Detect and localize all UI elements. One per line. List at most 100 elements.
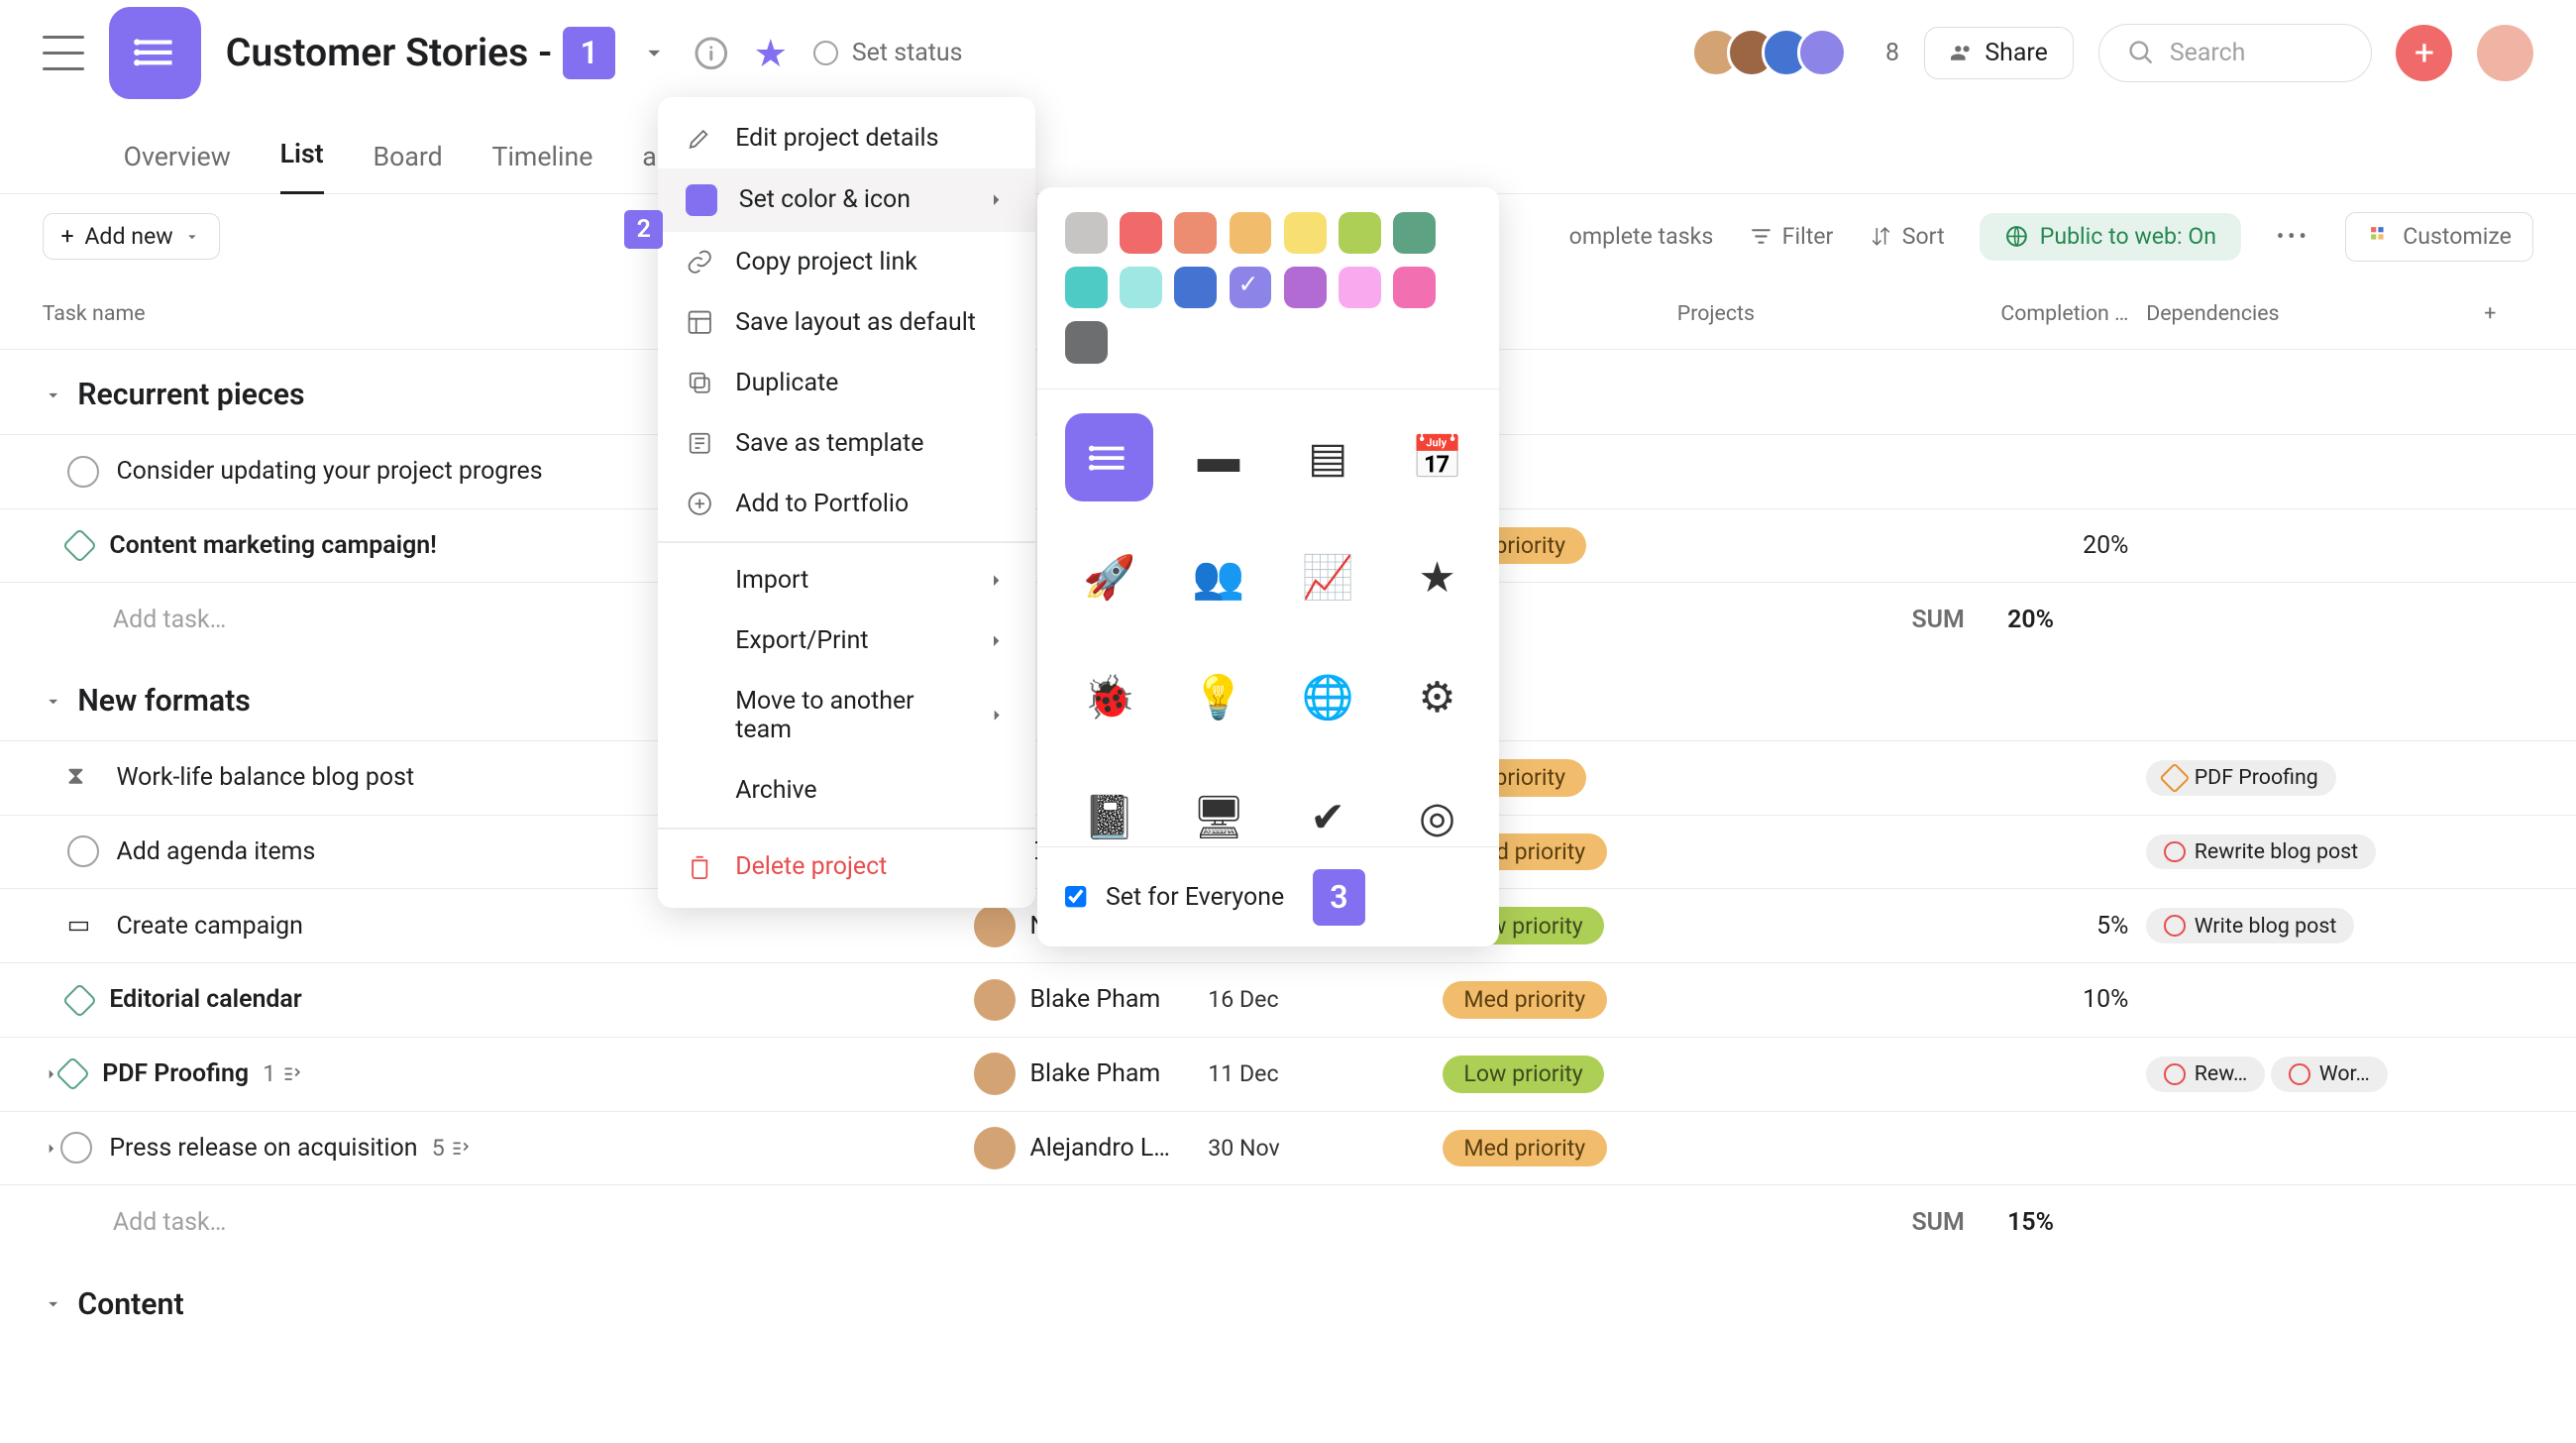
icon-option[interactable]: 👥	[1174, 533, 1262, 621]
task-row[interactable]: Editorial calendarBlake Pham16 DecMed pr…	[0, 962, 2576, 1037]
icon-option[interactable]: 📅	[1393, 413, 1481, 501]
task-row[interactable]: Press release on acquisition5 Alejandro …	[0, 1111, 2576, 1185]
customize-button[interactable]: Customize	[2345, 212, 2533, 262]
project-dropdown-trigger[interactable]	[640, 39, 668, 66]
task-row[interactable]: PDF Proofing1 Blake Pham11 DecLow priori…	[0, 1037, 2576, 1111]
tab-overview[interactable]: Overview	[124, 141, 231, 193]
color-option[interactable]	[1065, 212, 1108, 255]
column-completion[interactable]: Completion …	[1911, 301, 2146, 326]
icon-option[interactable]: ▤	[1284, 413, 1372, 501]
color-option[interactable]	[1230, 212, 1272, 255]
dependency-pill[interactable]: Write blog post	[2146, 908, 2354, 944]
task-complete-icon[interactable]	[60, 1132, 92, 1164]
menu-item-export-print[interactable]: Export/Print	[658, 610, 1035, 671]
complete-tasks-filter[interactable]: omplete tasks	[1569, 223, 1714, 250]
color-option[interactable]	[1120, 212, 1162, 255]
callout-badge-3: 3	[1313, 869, 1365, 926]
dependency-pill[interactable]: PDF Proofing	[2146, 760, 2335, 796]
menu-item-copy-project-link[interactable]: Copy project link	[658, 232, 1035, 292]
dependency-pill[interactable]: Rewrite blog post	[2146, 834, 2376, 870]
project-title: Customer Stories - 1	[226, 27, 616, 79]
project-icon	[109, 7, 201, 99]
current-user-avatar[interactable]	[2477, 25, 2533, 81]
set-status-button[interactable]: Set status	[813, 39, 963, 67]
member-avatars[interactable]	[1691, 28, 1847, 77]
filter-button[interactable]: Filter	[1749, 223, 1834, 250]
priority-pill[interactable]: Med priority	[1443, 981, 1607, 1019]
menu-item-import[interactable]: Import	[658, 550, 1035, 610]
color-option[interactable]	[1174, 212, 1217, 255]
menu-item-set-color-icon[interactable]: Set color & icon	[658, 168, 1035, 232]
set-for-everyone-label: Set for Everyone	[1106, 883, 1284, 912]
add-column-button[interactable]: +	[2464, 301, 2517, 326]
filter-icon	[1749, 224, 1773, 249]
expand-icon[interactable]	[43, 1140, 60, 1158]
add-new-button[interactable]: +Add new	[43, 213, 220, 260]
menu-item-edit-project-details[interactable]: Edit project details	[658, 108, 1035, 168]
icon-option[interactable]: 📓	[1065, 774, 1153, 847]
menu-item-move-to-another-team[interactable]: Move to another team	[658, 671, 1035, 760]
delete-project-item[interactable]: Delete project	[658, 836, 1035, 897]
color-option[interactable]	[1174, 267, 1217, 309]
chevron-right-icon	[986, 189, 1007, 210]
sort-button[interactable]: Sort	[1869, 223, 1945, 250]
star-icon[interactable]	[753, 36, 789, 71]
share-button[interactable]: Share	[1924, 27, 2074, 78]
task-complete-icon[interactable]	[67, 835, 99, 867]
icon-option[interactable]: ★	[1393, 533, 1481, 621]
task-complete-icon[interactable]	[67, 456, 99, 488]
color-option[interactable]	[1230, 267, 1272, 309]
menu-item-save-layout-as-default[interactable]: Save layout as default	[658, 292, 1035, 353]
color-option[interactable]	[1065, 321, 1108, 364]
icon-option[interactable]: ▬	[1174, 413, 1262, 501]
public-to-web-toggle[interactable]: Public to web: On	[1980, 213, 2241, 261]
color-option[interactable]	[1284, 267, 1327, 309]
icon-option[interactable]: 🌐	[1284, 654, 1372, 742]
menu-item-archive[interactable]: Archive	[658, 760, 1035, 821]
icon-option[interactable]: ◎	[1393, 774, 1481, 847]
dependency-pill[interactable]: Rew…	[2146, 1056, 2265, 1092]
search-input[interactable]: Search	[2098, 24, 2372, 82]
color-option[interactable]	[1120, 267, 1162, 309]
tab-list[interactable]: List	[280, 138, 324, 193]
menu-toggle[interactable]	[43, 36, 85, 71]
due-date: 30 Nov	[1208, 1135, 1443, 1162]
more-actions-button[interactable]: •••	[2277, 223, 2310, 250]
milestone-icon	[54, 1056, 89, 1091]
color-option[interactable]	[1339, 212, 1381, 255]
icon-option[interactable]: 🐞	[1065, 654, 1153, 742]
menu-item-duplicate[interactable]: Duplicate	[658, 353, 1035, 413]
add-task-button[interactable]: Add task…	[43, 1208, 974, 1237]
collapse-icon[interactable]	[43, 691, 63, 712]
column-dependencies[interactable]: Dependencies	[2146, 301, 2463, 326]
sort-icon	[1869, 224, 1893, 249]
color-option[interactable]	[1065, 267, 1108, 309]
member-count: 8	[1885, 39, 1899, 67]
collapse-icon[interactable]	[43, 1293, 63, 1314]
color-option[interactable]	[1393, 267, 1436, 309]
tab-board[interactable]: Board	[373, 141, 442, 193]
column-projects[interactable]: Projects	[1677, 301, 1912, 326]
icon-option[interactable]: ✔	[1284, 774, 1372, 847]
global-add-button[interactable]: +	[2396, 25, 2452, 81]
collapse-icon[interactable]	[43, 385, 63, 405]
tab-timeline[interactable]: Timeline	[492, 141, 593, 193]
dependency-pill[interactable]: Wor…	[2271, 1056, 2387, 1092]
menu-item-save-as-template[interactable]: Save as template	[658, 413, 1035, 474]
icon-option[interactable]: 🚀	[1065, 533, 1153, 621]
member-avatar[interactable]	[1797, 28, 1847, 77]
color-option[interactable]	[1339, 267, 1381, 309]
info-icon[interactable]	[694, 36, 729, 71]
icon-option[interactable]: 📈	[1284, 533, 1372, 621]
priority-pill[interactable]: Low priority	[1443, 1055, 1604, 1093]
section-header[interactable]: Content	[0, 1259, 2576, 1343]
set-for-everyone-checkbox[interactable]	[1065, 886, 1088, 909]
icon-option[interactable]: ⚙	[1393, 654, 1481, 742]
color-option[interactable]	[1393, 212, 1436, 255]
icon-option[interactable]: 💡	[1174, 654, 1262, 742]
color-option[interactable]	[1284, 212, 1327, 255]
menu-item-add-to-portfolio[interactable]: Add to Portfolio	[658, 474, 1035, 534]
icon-option[interactable]	[1065, 413, 1153, 501]
priority-pill[interactable]: Med priority	[1443, 1130, 1607, 1167]
icon-option[interactable]: 🖥	[1174, 774, 1262, 847]
